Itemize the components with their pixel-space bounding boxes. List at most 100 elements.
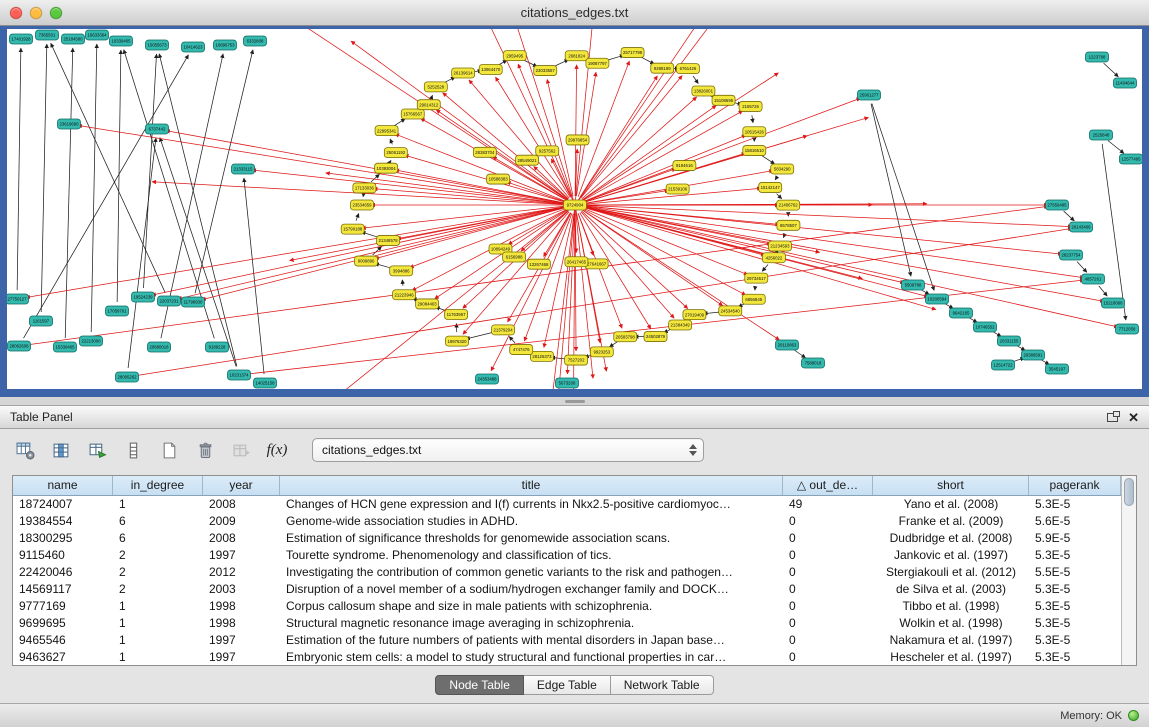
- graph-node[interactable]: 7588018: [802, 358, 825, 368]
- column-header-name[interactable]: name: [13, 476, 113, 495]
- graph-node[interactable]: 26417465: [565, 257, 588, 267]
- column-header-pagerank[interactable]: pagerank: [1029, 476, 1121, 495]
- table-scrollbar[interactable]: [1121, 476, 1136, 665]
- graph-node[interactable]: 15108695: [712, 95, 735, 105]
- table-row[interactable]: 977716911998Corpus callosum shape and si…: [13, 598, 1121, 615]
- graph-node[interactable]: 22995341: [375, 126, 398, 136]
- graph-node[interactable]: 4857261: [1082, 274, 1105, 284]
- graph-node[interactable]: 4747476: [510, 345, 533, 355]
- graph-node[interactable]: 9288189: [651, 63, 674, 73]
- graph-node[interactable]: 9194616: [673, 161, 696, 171]
- graph-node[interactable]: 10746552: [974, 322, 997, 332]
- graph-node[interactable]: 7365501: [36, 30, 59, 40]
- graph-node[interactable]: 21333115: [232, 164, 255, 174]
- graph-node[interactable]: 21406762: [777, 200, 800, 210]
- graph-node[interactable]: 9189228: [206, 342, 229, 352]
- show-columns-button[interactable]: [48, 437, 74, 463]
- table-source-select[interactable]: citations_edges.txt: [312, 438, 704, 462]
- scrollbar-thumb[interactable]: [1124, 478, 1134, 506]
- graph-node[interactable]: 5834290: [771, 164, 794, 174]
- column-header-out_de[interactable]: △ out_de…: [783, 476, 873, 495]
- column-header-in_degree[interactable]: in_degree: [113, 476, 203, 495]
- graph-node[interactable]: 24534540: [719, 306, 742, 316]
- graph-node[interactable]: 9009896: [355, 256, 378, 266]
- graph-node[interactable]: 17401928: [10, 34, 33, 44]
- table-row[interactable]: 1456911722003Disruption of a novel membe…: [13, 581, 1121, 598]
- graph-node[interactable]: 28237754: [1060, 250, 1083, 260]
- table-row[interactable]: 946554611997Estimation of the future num…: [13, 632, 1121, 649]
- graph-node[interactable]: 25184580: [62, 34, 85, 44]
- close-panel-icon[interactable]: ✕: [1128, 411, 1139, 424]
- table-row[interactable]: 911546021997Tourette syndrome. Phenomeno…: [13, 547, 1121, 564]
- graph-node[interactable]: 10339405: [110, 36, 133, 46]
- graph-node[interactable]: 15766567: [401, 109, 424, 119]
- graph-node[interactable]: 19087797: [586, 58, 609, 68]
- graph-node[interactable]: 5252528: [424, 82, 447, 92]
- tab-network-table[interactable]: Network Table: [611, 675, 714, 695]
- graph-node[interactable]: 12577495: [1120, 154, 1143, 164]
- graph-node[interactable]: 2681824: [565, 51, 588, 61]
- graph-node[interactable]: 21234593: [768, 241, 791, 251]
- graph-node[interactable]: 6156988: [503, 252, 526, 262]
- tab-node-table[interactable]: Node Table: [435, 675, 524, 695]
- close-window-button[interactable]: [10, 7, 22, 19]
- graph-node[interactable]: 12514722: [992, 360, 1015, 370]
- graph-node[interactable]: 15142147: [759, 182, 782, 192]
- graph-node[interactable]: 16896753: [214, 40, 237, 50]
- graph-node[interactable]: 23619690: [58, 119, 81, 129]
- table-row[interactable]: 1872400712008Changes of HCN gene express…: [13, 496, 1121, 513]
- graph-node[interactable]: 3545197: [1046, 364, 1069, 374]
- graph-node[interactable]: 27019409: [683, 310, 706, 320]
- network-canvas[interactable]: 174019287365501251845801663336410339405 1…: [7, 29, 1142, 389]
- graph-node[interactable]: 22213000: [80, 336, 103, 346]
- graph-node[interactable]: 20110863: [776, 340, 799, 350]
- create-column-button[interactable]: [84, 437, 110, 463]
- graph-node[interactable]: 8578507: [777, 220, 800, 230]
- table-row[interactable]: 1938455462009Genome-wide association stu…: [13, 513, 1121, 530]
- graph-node[interactable]: 28062608: [8, 341, 31, 351]
- graph-node[interactable]: 16633364: [86, 30, 109, 40]
- graph-node[interactable]: 6332808: [244, 36, 267, 46]
- graph-node[interactable]: 10231374: [228, 370, 251, 380]
- graph-node[interactable]: 14025158: [254, 378, 277, 388]
- table-row[interactable]: 2242004622012Investigating the contribut…: [13, 564, 1121, 581]
- graph-node[interactable]: 26143466: [1070, 222, 1093, 232]
- graph-node[interactable]: 15330465: [54, 342, 77, 352]
- window-titlebar[interactable]: citations_edges.txt: [0, 0, 1149, 26]
- graph-node[interactable]: 28095262: [116, 372, 139, 382]
- graph-node[interactable]: 2959495: [503, 51, 526, 61]
- graph-node[interactable]: 15790188: [341, 224, 364, 234]
- delete-table-button[interactable]: [192, 437, 218, 463]
- graph-node[interactable]: 28126373: [530, 351, 553, 361]
- graph-node[interactable]: 13826001: [692, 86, 715, 96]
- graph-node[interactable]: 24502879: [644, 332, 667, 342]
- graph-node[interactable]: 28383704: [473, 147, 496, 157]
- graph-node[interactable]: 27641667: [585, 259, 608, 269]
- column-header-short[interactable]: short: [873, 476, 1029, 495]
- graph-node[interactable]: 9642165: [950, 308, 973, 318]
- graph-node[interactable]: 9257562: [536, 146, 559, 156]
- graph-node[interactable]: 21348578: [377, 235, 400, 245]
- table-mode-button[interactable]: [12, 437, 38, 463]
- table-row[interactable]: 969969511998Structural magnetic resonanc…: [13, 615, 1121, 632]
- graph-node[interactable]: 4256022: [762, 253, 785, 263]
- new-table-button[interactable]: [156, 437, 182, 463]
- graph-node[interactable]: 25061192: [384, 148, 407, 158]
- graph-node[interactable]: 29734517: [745, 273, 768, 283]
- graph-node[interactable]: 6856845: [742, 294, 765, 304]
- table-row[interactable]: 946362711997Embryonic stem cells: a mode…: [13, 649, 1121, 665]
- graph-node[interactable]: 13267468: [527, 259, 550, 269]
- graph-node[interactable]: 6737442: [146, 124, 169, 134]
- graph-node[interactable]: 9724904: [564, 200, 587, 210]
- zoom-window-button[interactable]: [50, 7, 62, 19]
- graph-node[interactable]: 29976854: [566, 135, 589, 145]
- graph-node[interactable]: 21539106: [666, 184, 689, 194]
- tab-edge-table[interactable]: Edge Table: [524, 675, 611, 695]
- graph-node[interactable]: 20583798: [614, 332, 637, 342]
- column-header-year[interactable]: year: [203, 476, 280, 495]
- graph-node[interactable]: 13064470: [479, 64, 502, 74]
- graph-node[interactable]: 5509788: [902, 280, 925, 290]
- graph-node[interactable]: 17133036: [353, 183, 376, 193]
- float-panel-icon[interactable]: [1107, 413, 1118, 422]
- graph-node[interactable]: 15218068: [1102, 298, 1125, 308]
